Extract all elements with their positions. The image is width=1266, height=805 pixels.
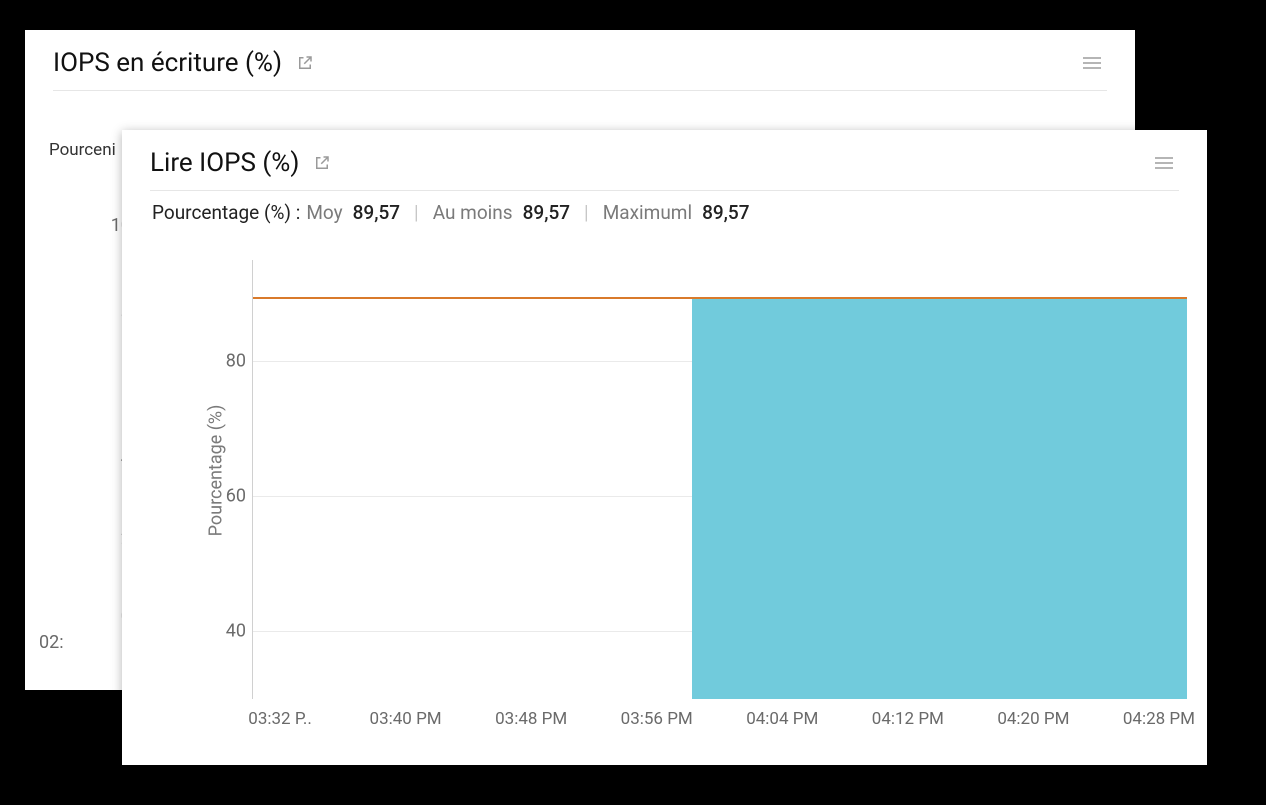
x-tick-label: 04:04 PM xyxy=(746,709,818,729)
chart-plot[interactable] xyxy=(252,260,1187,699)
stats-avg-value: 89,57 xyxy=(353,201,400,224)
x-tick-label: 04:28 PM xyxy=(1123,709,1195,729)
stats-separator: | xyxy=(584,201,589,224)
hamburger-icon[interactable] xyxy=(1149,151,1179,175)
y-tick-label: 40 xyxy=(212,621,246,642)
y-axis-label: Pourcentage (%) xyxy=(205,405,226,537)
divider xyxy=(53,90,1107,91)
panel-iops-read: Lire IOPS (%) Pourcentage (%) : Moy 89,5… xyxy=(122,130,1207,765)
x-tick-label: 03:56 PM xyxy=(621,709,693,729)
x-tick-label: 03:40 PM xyxy=(370,709,442,729)
stats-max-value: 89,57 xyxy=(702,201,749,224)
stats-min-label: Au moins xyxy=(433,201,513,224)
chart-stats: Pourcentage (%) : Moy 89,57 | Au moins 8… xyxy=(122,191,1207,224)
stats-avg-label: Moy xyxy=(306,201,342,224)
stats-max-label: Maximuml xyxy=(603,201,692,224)
hamburger-icon[interactable] xyxy=(1077,51,1107,75)
chart-area-fill xyxy=(692,297,1187,699)
chart-area: Pourcentage (%) 40 60 80 03:32 P.. 03:40 PM… xyxy=(152,260,1187,735)
back-y-label-short: Pourceni xyxy=(49,140,116,160)
x-tick-label: 03:48 PM xyxy=(495,709,567,729)
panel-title: Lire IOPS (%) xyxy=(150,148,299,178)
panel-title: IOPS en écriture (%) xyxy=(53,48,282,78)
stats-min-value: 89,57 xyxy=(523,201,570,224)
stats-metric-label: Pourcentage (%) : xyxy=(152,201,300,224)
chart-line xyxy=(253,297,1187,299)
x-tick-label: 04:20 PM xyxy=(997,709,1069,729)
panel-header: IOPS en écriture (%) xyxy=(25,30,1135,90)
back-x-tick: 02: xyxy=(39,632,64,653)
external-link-icon[interactable] xyxy=(296,54,314,72)
panel-header: Lire IOPS (%) xyxy=(122,130,1207,190)
stats-separator: | xyxy=(414,201,419,224)
x-tick-label: 04:12 PM xyxy=(872,709,944,729)
y-tick-label: 80 xyxy=(212,351,246,372)
external-link-icon[interactable] xyxy=(313,154,331,172)
x-tick-label: 03:32 P.. xyxy=(248,709,312,729)
y-tick-label: 60 xyxy=(212,486,246,507)
